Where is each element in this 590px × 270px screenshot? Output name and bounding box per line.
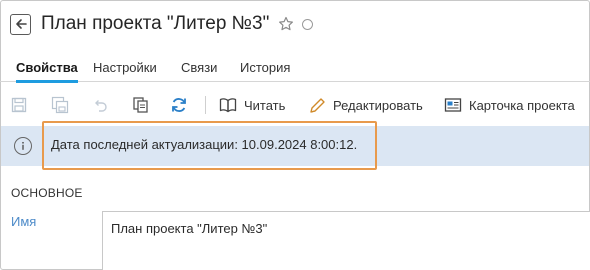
undo-icon[interactable] <box>89 94 111 116</box>
save-icon[interactable] <box>8 94 30 116</box>
book-icon <box>219 97 237 113</box>
name-field-label: Имя <box>11 214 37 229</box>
edit-button[interactable]: Редактировать <box>309 94 423 116</box>
arrow-left-icon <box>15 19 27 29</box>
card-icon <box>444 97 462 113</box>
edit-label: Редактировать <box>333 97 423 113</box>
tab-properties[interactable]: Свойства <box>16 52 78 83</box>
copy-icon[interactable] <box>130 94 152 116</box>
refresh-icon[interactable] <box>168 94 190 116</box>
project-card-button[interactable]: Карточка проекта <box>444 94 575 116</box>
page-header: План проекта "Литер №3" <box>10 8 314 40</box>
save-as-icon[interactable] <box>49 94 71 116</box>
toolbar-divider <box>205 96 206 114</box>
tab-bar: Свойства Настройки Связи История <box>0 52 590 83</box>
name-field[interactable]: План проекта "Литер №3" <box>102 211 590 270</box>
status-circle-icon[interactable] <box>302 18 314 30</box>
toolbar: Читать Редактировать Карточка проекта <box>0 90 590 120</box>
pencil-icon <box>309 97 326 114</box>
tab-links[interactable]: Связи <box>181 52 217 82</box>
back-button[interactable] <box>10 13 31 35</box>
last-update-text: Дата последней актуализации: 10.09.2024 … <box>51 137 358 152</box>
tab-history[interactable]: История <box>240 52 290 82</box>
page-title: План проекта "Литер №3" <box>41 13 270 34</box>
info-icon <box>14 137 32 155</box>
read-label: Читать <box>244 97 286 113</box>
read-button[interactable]: Читать <box>219 94 285 116</box>
tab-settings[interactable]: Настройки <box>93 52 157 82</box>
favorite-star-icon[interactable] <box>278 16 294 32</box>
project-card-label: Карточка проекта <box>469 97 575 113</box>
section-title: ОСНОВНОЕ <box>11 186 83 200</box>
